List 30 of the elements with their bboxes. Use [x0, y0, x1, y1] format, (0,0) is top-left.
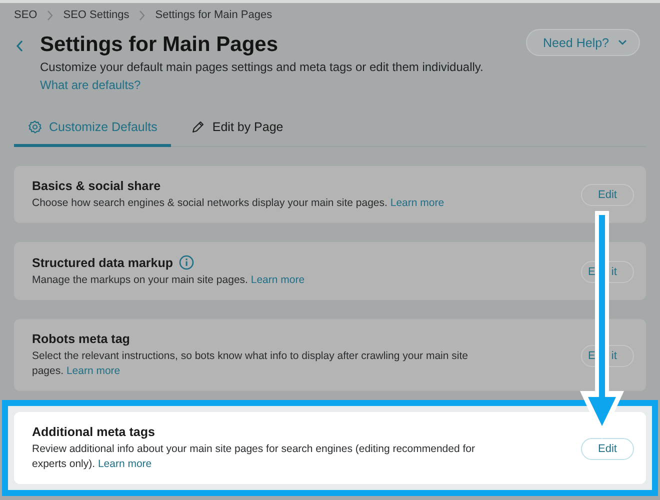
defaults-link[interactable]: What are defaults? — [40, 78, 141, 92]
breadcrumb-link[interactable]: SEO — [14, 9, 38, 21]
learn-more-link[interactable]: Learn more — [390, 197, 444, 209]
card-description: Choose how search engines & social networks display your main site pages. Learn more — [32, 196, 446, 211]
chevron-right-icon — [138, 10, 146, 20]
card-title: Structured data markup — [32, 256, 174, 270]
page-subtitle: Customize your default main pages settings and meta tags or edit them individually. — [40, 60, 484, 74]
card-title: Basics & social share — [32, 179, 161, 193]
card-title: Robots meta tag — [32, 332, 130, 346]
info-icon[interactable] — [179, 255, 194, 270]
caret-icon — [618, 39, 627, 46]
card-description: Review additional info about your main site pages for search engines (editing recommended for experts only). Learn more — [32, 442, 476, 472]
help-button[interactable]: Need Help? — [526, 29, 640, 56]
page-title: Settings for Main Pages — [40, 32, 280, 58]
tab[interactable]: Edit by Page — [177, 120, 298, 147]
learn-more-link[interactable]: Learn more — [66, 365, 120, 377]
chevron-right-icon — [46, 10, 54, 20]
tab[interactable]: Customize Defaults — [14, 120, 172, 147]
edit-button[interactable]: Edit — [581, 184, 634, 206]
card-description: Manage the markups on your main site pages. Learn more — [32, 273, 306, 288]
card-title: Additional meta tags — [32, 425, 155, 439]
breadcrumb-link[interactable]: SEO Settings — [63, 9, 130, 21]
gear-icon — [28, 120, 42, 134]
back-icon[interactable] — [16, 40, 24, 52]
breadcrumb-link[interactable]: Settings for Main Pages — [155, 9, 272, 21]
learn-more-link[interactable]: Learn more — [250, 274, 305, 286]
pencil-icon — [191, 120, 206, 134]
learn-more-link[interactable]: Learn more — [98, 458, 152, 470]
card-description: Select the relevant instructions, so bots know what info to display after crawling your main site pages. Learn more — [32, 349, 469, 379]
edit-button[interactable]: Edit — [581, 438, 634, 460]
